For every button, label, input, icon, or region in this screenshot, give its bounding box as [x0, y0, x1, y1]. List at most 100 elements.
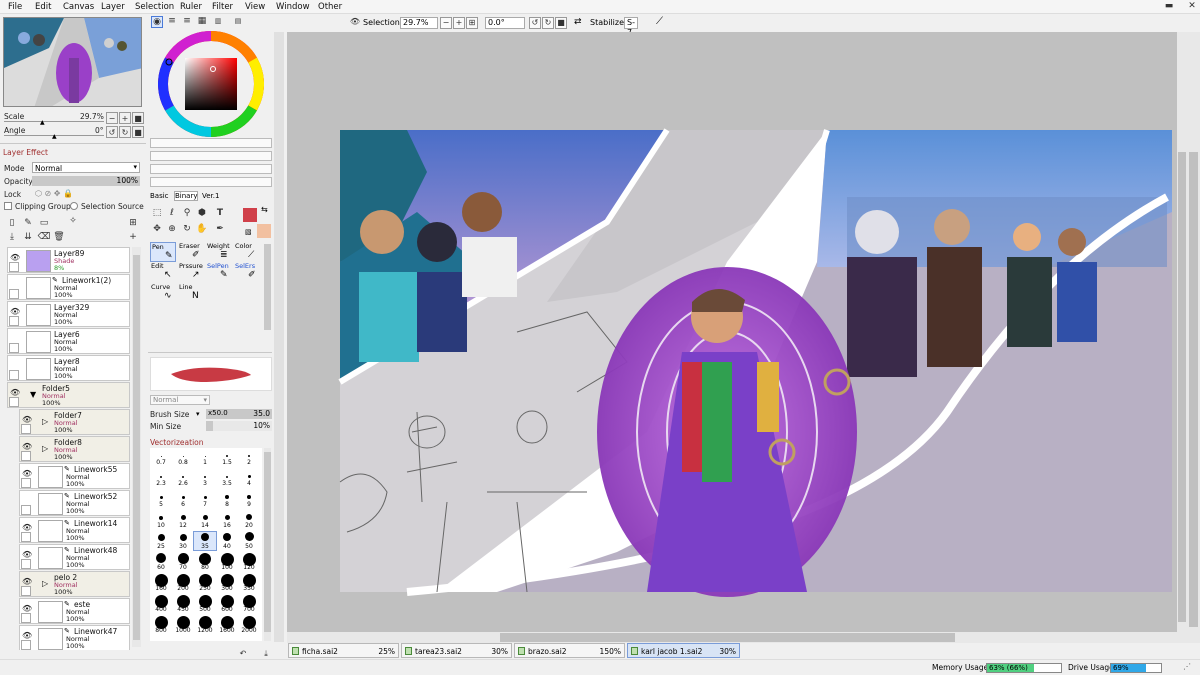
selpen-tool[interactable]: SelPen ✎ — [206, 262, 232, 282]
brush-size-cell[interactable]: 4 — [238, 469, 260, 487]
brush-size-cell[interactable]: 250 — [194, 574, 216, 592]
color-wheel[interactable] — [158, 31, 264, 137]
new-layer-icon[interactable]: ▯ — [5, 216, 19, 230]
layer-row[interactable]: Layer6 Normal 100% — [7, 328, 130, 354]
folder-collapsed-icon[interactable]: ▷ — [42, 579, 48, 588]
rotate-reset-icon[interactable]: ■ — [555, 17, 567, 29]
layer-select-checkbox[interactable] — [21, 505, 31, 515]
brush-size-cell[interactable]: 8 — [216, 490, 238, 508]
new-linework-icon[interactable]: ✎ — [21, 216, 35, 230]
eye-icon[interactable]: 👁 — [22, 470, 32, 478]
layer-scrollbar[interactable] — [132, 247, 141, 647]
layer-select-checkbox[interactable] — [21, 586, 31, 596]
eye-icon[interactable]: 👁 — [22, 578, 32, 586]
vectorize-header[interactable]: Vectorizeation — [150, 438, 204, 447]
layer-row[interactable]: ✎ Linework1(2) Normal 100% — [7, 274, 130, 300]
merge-down-icon[interactable]: ⤓ — [5, 230, 19, 244]
layer-row[interactable]: 👁 ✎ Linework55 Normal 100% — [19, 463, 130, 489]
selection-source-radio[interactable] — [70, 202, 78, 210]
hsv-slider-tab-icon[interactable]: ≡ — [181, 16, 193, 28]
layer-select-checkbox[interactable] — [9, 262, 19, 272]
flip-icon[interactable]: ⇄ — [574, 17, 582, 27]
canvas-hscrollbar[interactable] — [287, 632, 1187, 643]
eye-icon[interactable]: 👁 — [22, 416, 32, 424]
brush-size-cell[interactable]: 16 — [216, 511, 238, 529]
file-tab-karl-jacob[interactable]: karl jacob 1.sai2 30% — [627, 643, 740, 658]
brush-size-cell[interactable]: 800 — [150, 616, 172, 634]
move-icon[interactable]: ✥ — [150, 222, 164, 236]
layer-row[interactable]: 👁 ▷ Folder8 Normal 100% — [19, 436, 130, 462]
layer-select-checkbox[interactable] — [21, 451, 31, 461]
brush-size-cell[interactable]: 1 — [194, 448, 216, 466]
brush-size-cell[interactable]: 80 — [194, 553, 216, 571]
scratchpad-tab-icon[interactable]: ▥ — [211, 16, 225, 28]
artwork-canvas[interactable] — [287, 32, 1187, 632]
pen-tool[interactable]: Pen ✎ — [150, 242, 176, 262]
canvas-vscrollbar[interactable] — [1177, 32, 1187, 632]
eye-icon[interactable]: 👁 — [10, 308, 20, 316]
transparent-color-icon[interactable]: ▧ — [245, 228, 252, 236]
layer-row[interactable]: 👁 ✎ este Normal 100% — [19, 598, 130, 624]
menu-window[interactable]: Window — [276, 2, 310, 12]
brush-size-cell[interactable]: 2 — [238, 448, 260, 466]
tab-binary[interactable]: Binary — [174, 191, 198, 201]
zoom-fit-icon[interactable]: ⊞ — [466, 17, 478, 29]
navigator-preview[interactable] — [3, 17, 142, 107]
brush-size-cell[interactable]: 7 — [194, 490, 216, 508]
rotate-ccw-icon[interactable]: ↺ — [529, 17, 541, 29]
zoom-out-icon[interactable]: − — [440, 17, 452, 29]
folder-collapsed-icon[interactable]: ▷ — [42, 444, 48, 453]
panel-splitter[interactable] — [274, 32, 284, 642]
layer-row[interactable]: 👁 ▷ pelo 2 Normal 100% — [19, 571, 130, 597]
menu-other[interactable]: Other — [318, 2, 342, 12]
brush-size-cell[interactable]: 2000 — [238, 616, 260, 634]
brush-size-slider[interactable]: x50.0 35.0 — [206, 409, 272, 419]
weight-tool[interactable]: Weight ≣ — [206, 242, 232, 262]
zoom-in-icon[interactable]: + — [453, 17, 465, 29]
zoom-out-icon[interactable]: − — [106, 112, 118, 124]
blend-mode-select[interactable]: Normal ▾ — [150, 395, 210, 405]
brush-size-cell[interactable]: 160 — [150, 574, 172, 592]
brush-size-cell[interactable]: 0.8 — [172, 448, 194, 466]
eye-icon[interactable]: 👁 — [22, 605, 32, 613]
eye-hidden-icon[interactable] — [10, 362, 19, 370]
tab-basic[interactable]: Basic — [150, 192, 174, 202]
min-size-slider[interactable]: 10% — [206, 421, 272, 431]
brush-size-cell[interactable]: 600 — [216, 595, 238, 613]
lock-icons[interactable]: ⬡ ⊘ ✥ 🔒 — [35, 189, 73, 198]
eraser-tool[interactable]: Eraser ✐ — [178, 242, 204, 262]
menu-filter[interactable]: Filter — [212, 2, 233, 12]
brush-size-cell[interactable]: 1600 — [216, 616, 238, 634]
curve-tool[interactable]: Curve ∿ — [150, 283, 176, 303]
eye-icon[interactable]: 👁 — [349, 17, 361, 29]
brush-size-cell[interactable]: 5 — [150, 490, 172, 508]
rotate-cw-icon[interactable]: ↻ — [542, 17, 554, 29]
brush-size-cell[interactable]: 700 — [238, 595, 260, 613]
minimize-icon[interactable]: ▬ — [1163, 1, 1175, 12]
zoom-tool-icon[interactable]: ⊕ — [165, 222, 179, 236]
layer-select-checkbox[interactable] — [9, 397, 19, 407]
brush-size-cell[interactable]: 1200 — [194, 616, 216, 634]
layer-row[interactable]: 👁 ▼ Folder5 Normal 100% — [7, 382, 130, 408]
layer-select-checkbox[interactable] — [9, 316, 19, 326]
clipping-checkbox[interactable] — [4, 202, 12, 210]
layer-effect-header[interactable]: Layer Effect — [3, 148, 48, 157]
menu-file[interactable]: File — [8, 2, 22, 12]
brush-size-cell[interactable]: 400 — [150, 595, 172, 613]
rotation-field[interactable]: 0.0° — [485, 17, 525, 29]
brush-size-cell[interactable]: 200 — [172, 574, 194, 592]
eye-icon[interactable]: 👁 — [10, 254, 20, 262]
color-slider-2[interactable] — [150, 151, 272, 161]
menu-ruler[interactable]: Ruler — [180, 2, 202, 12]
menu-edit[interactable]: Edit — [35, 2, 51, 12]
layer-select-checkbox[interactable] — [21, 532, 31, 542]
brush-size-cell[interactable]: 35 — [193, 531, 217, 551]
eye-icon[interactable]: 👁 — [22, 524, 32, 532]
add-icon[interactable]: + — [126, 230, 140, 244]
color-slider-1[interactable] — [150, 138, 272, 148]
zoom-in-icon[interactable]: + — [119, 112, 131, 124]
rotate-tool-icon[interactable]: ↻ — [180, 222, 194, 236]
swap-colors-icon[interactable]: ⇆ — [261, 205, 268, 214]
brush-size-cell[interactable]: 6 — [172, 490, 194, 508]
file-tab-tarea23[interactable]: tarea23.sai2 30% — [401, 643, 512, 658]
